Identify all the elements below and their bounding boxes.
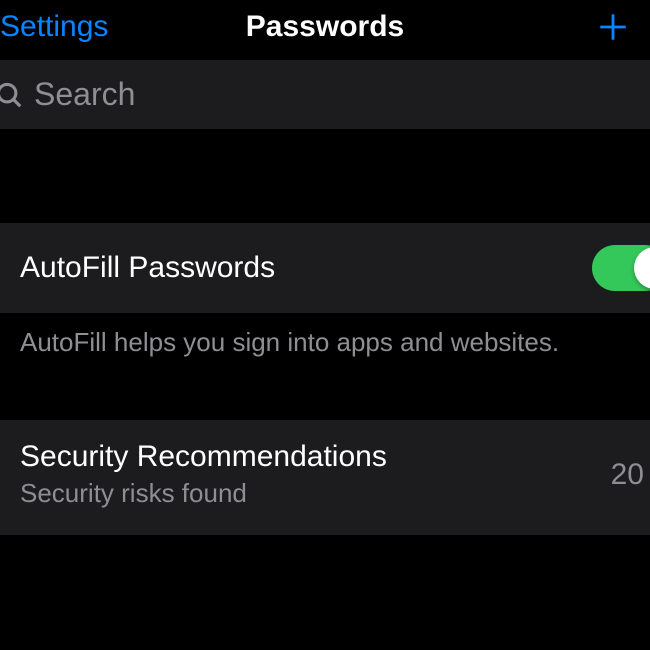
security-count: 20: [611, 458, 650, 492]
toggle-knob: [634, 247, 650, 289]
search-placeholder: Search: [34, 76, 135, 113]
autofill-label: AutoFill Passwords: [20, 251, 275, 285]
section-spacer: [0, 382, 650, 420]
security-recommendations-row[interactable]: Security Recommendations Security risks …: [0, 420, 650, 535]
autofill-footer-text: AutoFill helps you sign into apps and we…: [20, 327, 559, 357]
search-bar[interactable]: Search: [0, 60, 650, 129]
plus-icon: [596, 10, 630, 44]
page-title: Passwords: [246, 10, 404, 44]
search-icon: [0, 80, 24, 110]
back-button[interactable]: Settings: [0, 10, 108, 44]
navigation-bar: Settings Passwords: [0, 0, 650, 60]
security-subtitle: Security risks found: [20, 478, 387, 509]
add-button[interactable]: [596, 10, 638, 44]
security-text-group: Security Recommendations Security risks …: [20, 440, 387, 509]
autofill-footer: AutoFill helps you sign into apps and we…: [0, 313, 650, 382]
section-spacer: [0, 129, 650, 223]
autofill-toggle[interactable]: [592, 245, 650, 291]
autofill-passwords-row: AutoFill Passwords: [0, 223, 650, 313]
security-title: Security Recommendations: [20, 440, 387, 474]
